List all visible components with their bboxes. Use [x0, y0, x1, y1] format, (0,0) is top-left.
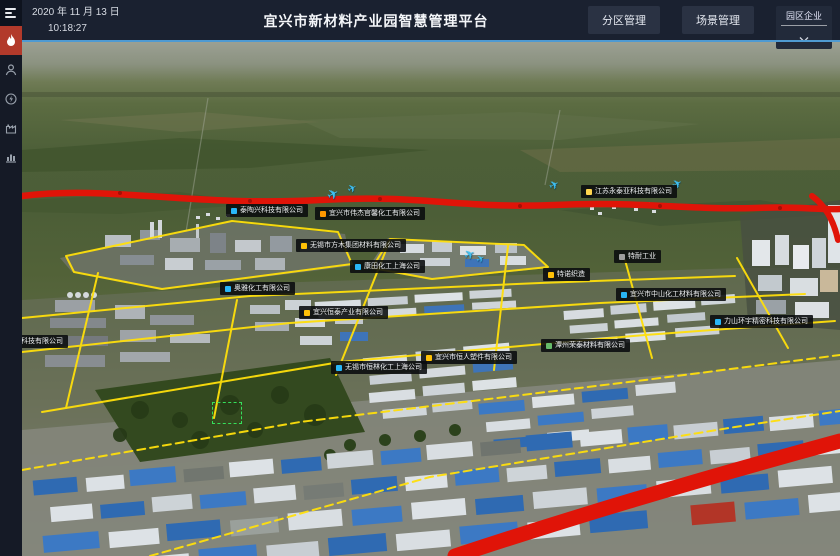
map-overlay: 泰陶兴科技有限公司 宜兴市伟杰官馨化工有限公司 江苏永泰亚科技有限公司无锡市方木集团… — [22, 42, 840, 556]
chevron-down-icon — [799, 29, 809, 47]
left-sidebar — [0, 0, 22, 556]
hamburger-icon[interactable] — [0, 0, 22, 26]
company-label-text: 奥雅化工有限公司 — [234, 285, 290, 292]
bar-chart-icon — [5, 151, 17, 163]
company-label-text: 宜兴市伟杰官馨化工有限公司 — [329, 210, 420, 217]
company-label-text: 宜兴恒泰产业有限公司 — [313, 309, 383, 316]
date-text: 2020 年 11 月 13 日 — [32, 5, 120, 21]
company-label-text: 潭州荣泰材料有限公司 — [555, 342, 625, 349]
company-marker-icon — [715, 319, 721, 325]
top-bar: 2020 年 11 月 13 日 10:18:27 宜兴市新材料产业园智慧管理平… — [22, 0, 840, 40]
company-marker-icon — [586, 189, 592, 195]
company-label[interactable]: 奥雅化工有限公司 — [220, 282, 295, 295]
sidebar-item-energy[interactable] — [0, 84, 22, 113]
zone-management-button[interactable]: 分区管理 — [588, 6, 660, 34]
page-title: 宜兴市新材料产业园智慧管理平台 — [142, 11, 610, 31]
company-label-text: 宜兴市恒人塑件有限公司 — [435, 354, 512, 361]
company-label[interactable]: 宜兴恒泰产业有限公司 — [299, 306, 388, 319]
sidebar-item-fire-monitor[interactable] — [0, 26, 22, 55]
company-marker-icon — [301, 243, 307, 249]
company-label[interactable]: 宜兴市伟杰官馨化工有限公司 — [315, 207, 425, 220]
datetime: 2020 年 11 月 13 日 10:18:27 — [32, 5, 120, 36]
company-label[interactable]: 江苏永泰亚科技有限公司 — [581, 185, 677, 198]
park-enterprise-dropdown-label: 园区企业 — [781, 9, 827, 26]
sidebar-item-statistics[interactable] — [0, 142, 22, 171]
company-label-text: 康田化工上海公司 — [364, 263, 420, 270]
company-label-text: 宜兴市中山化工材料有限公司 — [630, 291, 721, 298]
company-marker-icon — [546, 343, 552, 349]
company-label[interactable]: 无锡市恒林化工上海公司 — [331, 361, 427, 374]
person-icon — [5, 64, 17, 76]
aircraft-model[interactable]: ✈ — [547, 177, 562, 192]
company-label[interactable]: 宜兴市恒方科技有限公司 — [22, 335, 68, 348]
map-3d-view[interactable]: 泰陶兴科技有限公司 宜兴市伟杰官馨化工有限公司 江苏永泰亚科技有限公司无锡市方木集团… — [22, 42, 840, 556]
company-label-text: 力山环宇精密科技有限公司 — [724, 318, 808, 325]
aircraft-model[interactable]: ✈ — [324, 185, 341, 203]
company-marker-icon — [320, 211, 326, 217]
company-marker-icon — [231, 208, 237, 214]
company-marker-icon — [426, 355, 432, 361]
company-label-text: 泰陶兴科技有限公司 — [240, 207, 303, 214]
company-marker-icon — [619, 254, 625, 260]
company-label[interactable]: 宜兴市中山化工材料有限公司 — [616, 288, 726, 301]
company-marker-icon — [548, 272, 554, 278]
company-marker-icon — [225, 286, 231, 292]
company-label[interactable]: 特耐工业 — [614, 250, 661, 263]
time-text: 10:18:27 — [48, 21, 120, 37]
company-label-text: 特耐工业 — [628, 253, 656, 260]
flame-icon — [5, 34, 17, 48]
company-marker-icon — [355, 264, 361, 270]
company-label[interactable]: 特诺织造 — [543, 268, 590, 281]
sidebar-item-personnel[interactable] — [0, 55, 22, 84]
company-label-text: 宜兴市恒方科技有限公司 — [22, 338, 63, 345]
company-label[interactable]: 潭州荣泰材料有限公司 — [541, 339, 630, 352]
company-marker-icon — [304, 310, 310, 316]
company-label-text: 无锡市方木集团材料有限公司 — [310, 242, 401, 249]
scene-management-button[interactable]: 场景管理 — [682, 6, 754, 34]
company-marker-icon — [621, 292, 627, 298]
selection-box — [212, 402, 242, 424]
aircraft-model[interactable]: ✈ — [462, 246, 478, 263]
company-label-text: 江苏永泰亚科技有限公司 — [595, 188, 672, 195]
factory-icon — [5, 122, 17, 134]
company-label-text: 特诺织造 — [557, 271, 585, 278]
aircraft-model[interactable]: ✈ — [346, 182, 359, 196]
header-divider — [22, 40, 840, 42]
aircraft-model[interactable]: ✈ — [475, 254, 487, 267]
company-label[interactable]: 宜兴市恒人塑件有限公司 — [421, 351, 517, 364]
sidebar-item-enterprise[interactable] — [0, 113, 22, 142]
header-actions: 分区管理 场景管理 园区企业 — [588, 6, 832, 49]
company-label-text: 无锡市恒林化工上海公司 — [345, 364, 422, 371]
company-label[interactable]: 泰陶兴科技有限公司 — [226, 204, 308, 217]
company-label[interactable]: 力山环宇精密科技有限公司 — [710, 315, 813, 328]
company-label[interactable]: 康田化工上海公司 — [350, 260, 425, 273]
power-icon — [5, 93, 17, 105]
company-marker-icon — [336, 365, 342, 371]
park-enterprise-dropdown[interactable]: 园区企业 — [776, 6, 832, 49]
company-label[interactable]: 无锡市方木集团材料有限公司 — [296, 239, 406, 252]
